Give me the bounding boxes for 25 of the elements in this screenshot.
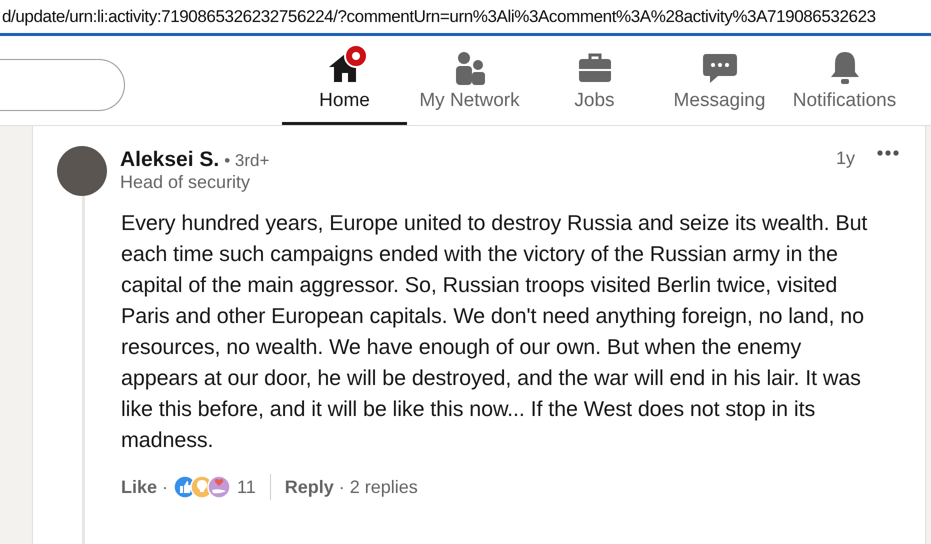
briefcase-icon (578, 53, 612, 83)
nav-tab[interactable]: Messaging (657, 36, 782, 125)
connection-degree: • 3rd+ (224, 151, 270, 171)
search-field[interactable] (0, 59, 125, 111)
comment-text: Every hundred years, Europe united to destroy Russia and seize its wealth. But each time such campaigns ended with the victory of the Russian army in the capital of the main aggressor. So, Russian troops visited Berlin twice, visited Paris and other European capitals. We don't need anything foreign, no land, no resources, no wealth. We have enough of our own. But when the enemy appears at our door, he will be destroyed, and the war will end in his lair. It was like this before, and it will be like this now... If the West does not stop in its madness. (121, 210, 868, 454)
separator-dot: · (338, 476, 345, 498)
nav-tab[interactable]: Notifications (782, 36, 907, 125)
author-headline: Head of security (120, 172, 252, 193)
reaction-icons[interactable] (173, 475, 232, 499)
address-bar[interactable]: d/update/urn:li:activity:7190865326232756224/?commentUrn=urn%3Ali%3Acomment%3A%28activity%3A719086532623 (0, 0, 931, 36)
like-link[interactable]: Like (121, 476, 158, 498)
nav-tab[interactable]: Jobs (532, 36, 657, 125)
nav-tab[interactable]: My Network (407, 36, 532, 125)
bell-icon (830, 51, 860, 85)
separator-dot: · (162, 476, 168, 498)
author-name[interactable]: Aleksei S. (120, 148, 220, 172)
chat-bubble-icon (702, 52, 738, 84)
avatar-placeholder (57, 146, 107, 196)
notification-badge-icon (344, 44, 368, 68)
more-options-icon[interactable] (877, 150, 899, 156)
comment-time: 1y (836, 148, 855, 169)
replies-count[interactable]: 2 replies (350, 476, 418, 498)
people-icon (454, 51, 486, 85)
reaction-count[interactable]: 11 (237, 476, 256, 498)
reply-link[interactable]: Reply (284, 476, 334, 498)
